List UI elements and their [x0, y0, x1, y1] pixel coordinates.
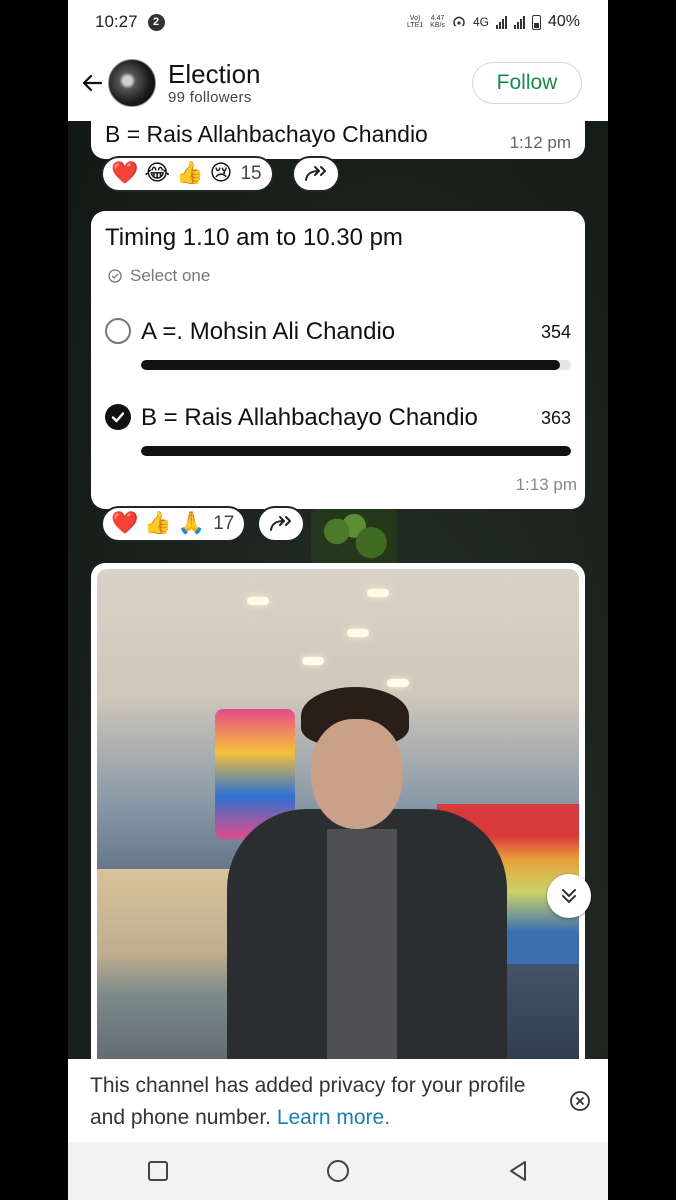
status-time: 10:27: [95, 12, 138, 31]
poll-time: 1:13 pm: [515, 475, 577, 494]
scroll-down-button[interactable]: [547, 874, 591, 918]
reaction-count: 17: [213, 513, 235, 534]
hotspot-icon: [453, 16, 465, 27]
double-chevron-down-icon: [562, 889, 576, 903]
poll-option-a[interactable]: A =. Mohsin Ali Chandio 354: [105, 315, 571, 375]
system-nav-bar: [68, 1142, 608, 1200]
radio-checked[interactable]: [105, 404, 131, 430]
follower-count: 99 followers: [168, 89, 252, 106]
chat-area[interactable]: B = Rais Allahbachayo Chandio 1:12 pm ❤️…: [68, 111, 608, 1083]
speed-indicator: 4.47 KB/s: [430, 15, 445, 29]
channel-avatar[interactable]: [108, 58, 156, 107]
poll-hint-text: Select one: [130, 266, 211, 285]
back-button[interactable]: [78, 69, 106, 97]
status-icons: Vo) LTE1 4.47 KB/s 4G 40%: [407, 13, 580, 31]
poll-question: Timing 1.10 am to 10.30 pm: [105, 224, 403, 251]
circle-icon: [327, 1160, 349, 1182]
message-text: B = Rais Allahbachayo Chandio: [105, 121, 428, 147]
learn-more-link[interactable]: Learn more.: [277, 1106, 390, 1129]
back-nav-button[interactable]: [498, 1151, 538, 1191]
poll-hint: Select one: [108, 266, 210, 286]
forward-icon: [305, 166, 326, 181]
speed-value: 4.47: [430, 15, 445, 22]
status-bar: 10:27 2 Vo) LTE1 4.47 KB/s 4G 40%: [68, 0, 608, 44]
thumbs-up-emoji: 👍: [144, 511, 172, 536]
privacy-text-block: This channel has added privacy for your …: [90, 1070, 530, 1134]
forward-icon: [270, 516, 291, 531]
laughing-emoji: 😂: [144, 161, 171, 186]
signal-1-icon: [495, 15, 507, 29]
check-icon: [111, 412, 125, 423]
vote-bar-track: [141, 360, 571, 370]
volte-bottom: LTE1: [406, 22, 424, 29]
volte-indicator: Vo) LTE1: [407, 15, 423, 29]
phone-screen: 10:27 2 Vo) LTE1 4.47 KB/s 4G 40% Electi…: [68, 0, 608, 1200]
vote-bar-fill: [141, 360, 561, 370]
option-label: A =. Mohsin Ali Chandio: [141, 318, 396, 345]
vote-bar-track: [141, 446, 571, 456]
privacy-notice: This channel has added privacy for your …: [68, 1059, 608, 1142]
vote-bar-fill: [141, 446, 571, 456]
reactions-bar[interactable]: ❤️ 😂 👍 😢 15: [101, 156, 274, 192]
photo-message[interactable]: [91, 563, 585, 1083]
message-time: 1:12 pm: [509, 133, 571, 152]
folded-hands-emoji: 🙏: [177, 511, 206, 536]
triangle-back-icon: [510, 1161, 526, 1181]
radio-unchecked[interactable]: [105, 318, 131, 344]
thumbs-up-emoji: 👍: [176, 161, 204, 186]
close-circle-icon[interactable]: [568, 1089, 592, 1113]
forward-button[interactable]: [292, 156, 340, 192]
reactions-bar[interactable]: ❤️ 👍 🙏 17: [101, 506, 247, 542]
channel-info[interactable]: Election 99 followers: [168, 59, 261, 106]
option-label: B = Rais Allahbachayo Chandio: [141, 404, 478, 431]
reaction-count: 15: [240, 163, 262, 184]
photo-image[interactable]: [97, 569, 579, 1079]
home-button[interactable]: [318, 1151, 358, 1191]
heart-emoji: ❤️: [111, 511, 139, 536]
channel-name: Election: [168, 59, 261, 89]
network-type: 4G: [472, 15, 489, 29]
forward-button[interactable]: [257, 506, 305, 542]
battery-icon: [531, 14, 541, 30]
check-circle-icon: [108, 269, 122, 283]
volte-top: Vo): [409, 15, 421, 22]
poll-option-b[interactable]: B = Rais Allahbachayo Chandio 363: [105, 401, 571, 461]
poll-message: Timing 1.10 am to 10.30 pm Select one A …: [91, 211, 585, 509]
square-icon: [148, 1161, 168, 1181]
option-votes: 354: [540, 322, 571, 342]
signal-2-icon: [513, 15, 525, 29]
recents-button[interactable]: [138, 1151, 178, 1191]
speed-unit: KB/s: [430, 22, 445, 29]
heart-emoji: ❤️: [111, 161, 139, 186]
follow-button[interactable]: Follow: [472, 61, 582, 104]
previous-message[interactable]: B = Rais Allahbachayo Chandio 1:12 pm: [91, 111, 585, 159]
battery-percent: 40%: [547, 13, 580, 30]
notification-badge: 2: [147, 13, 165, 31]
option-votes: 363: [540, 408, 571, 428]
channel-header: Election 99 followers Follow: [68, 44, 608, 121]
arrow-left-icon: [82, 74, 103, 91]
background-plant: [311, 509, 397, 565]
sad-emoji: 😢: [209, 161, 233, 186]
